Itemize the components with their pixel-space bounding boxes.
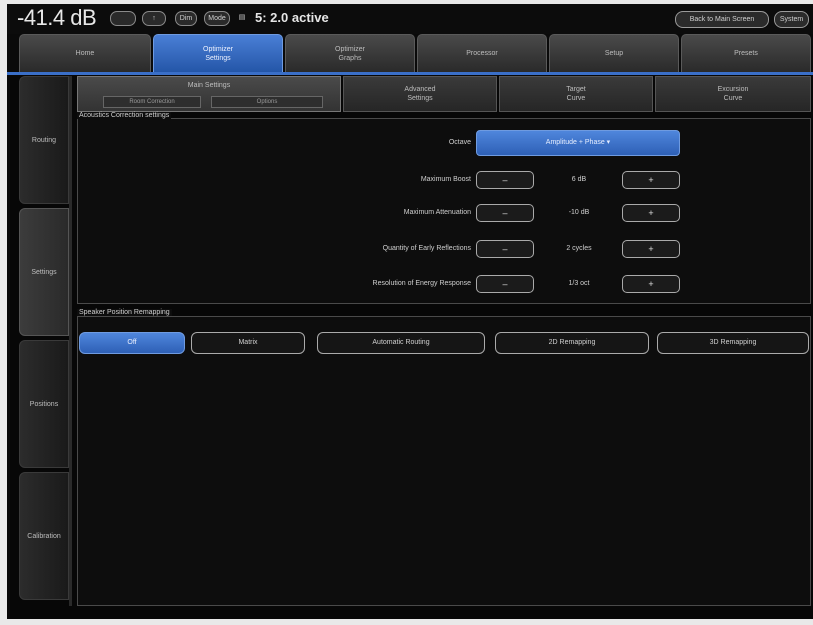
tab-optimizer-graphs[interactable]: Optimizer Graphs [285,34,415,72]
input-icon[interactable]: ▤ [235,11,249,26]
tab-label: Setup [604,50,624,57]
subtab-advanced-settings[interactable]: Advanced Settings [343,76,497,112]
volume-readout[interactable]: -41.4 dB [17,5,97,31]
tab-label: Presets [734,50,758,57]
nav-accent-line [7,72,813,75]
octave-label: Octave [448,139,471,146]
remapping-panel-title: Speaker Position Remapping [77,309,172,316]
early-reflections-decrease-button[interactable]: – [476,240,534,258]
tab-presets[interactable]: Presets [681,34,811,72]
speaker-icon[interactable] [110,11,136,26]
side-tab-settings[interactable]: Settings [19,208,69,336]
tab-label: Optimizer [203,45,233,53]
remap-matrix-button[interactable]: Matrix [191,332,305,354]
subtab-label: Excursion [717,86,749,93]
maximum-boost-increase-button[interactable]: + [622,171,680,189]
octave-dropdown[interactable]: Amplitude + Phase ▾ [476,130,680,156]
early-reflections-label: Quantity of Early Reflections [382,245,471,252]
tab-sublabel: Graphs [338,54,362,62]
side-tab-positions[interactable]: Positions [19,340,69,468]
tab-label: Home [75,50,95,57]
remap-off-button[interactable]: Off [79,332,185,354]
subtab-options[interactable]: Options [211,96,323,108]
back-to-main-screen-button[interactable]: Back to Main Screen [675,11,769,28]
acoustics-panel-title: Acoustics Correction settings [77,112,172,119]
system-button[interactable]: System [774,11,809,28]
remap-2d-button[interactable]: 2D Remapping [495,332,649,354]
top-status-bar: -41.4 dB ↑ Dim Mode ▤ 5: 2.0 active Back… [7,4,813,34]
mode-icon[interactable]: Mode [204,11,230,26]
energy-response-value: 1/3 oct [568,280,590,287]
remap-automatic-routing-button[interactable]: Automatic Routing [317,332,485,354]
subtab-sublabel: Settings [407,95,433,102]
energy-response-label: Resolution of Energy Response [372,280,471,287]
dim-icon[interactable]: Dim [175,11,197,26]
side-tab-routing[interactable]: Routing [19,76,69,204]
main-navigation: Home Optimizer Settings Optimizer Graphs… [7,34,813,74]
early-reflections-value: 2 cycles [566,245,592,252]
speaker-remapping-panel [77,316,811,606]
tab-label: Processor [466,50,498,57]
side-tab-label: Routing [31,136,57,144]
tab-optimizer-settings[interactable]: Optimizer Settings [153,34,283,72]
tab-label: Optimizer [335,45,365,53]
subtab-sublabel: Curve [723,95,743,102]
tab-sublabel: Settings [205,54,231,62]
early-reflections-increase-button[interactable]: + [622,240,680,258]
maximum-attenuation-decrease-button[interactable]: – [476,204,534,222]
active-preset-status: 5: 2.0 active [255,10,329,25]
subtab-target-curve[interactable]: Target Curve [499,76,653,112]
maximum-attenuation-increase-button[interactable]: + [622,204,680,222]
side-tab-label: Settings [31,268,57,276]
sidebar-divider [69,76,72,606]
subtab-label: Main Settings [187,82,231,89]
tab-setup[interactable]: Setup [549,34,679,72]
maximum-attenuation-label: Maximum Attenuation [403,209,471,216]
subtab-label: Advanced [404,86,436,93]
tab-home[interactable]: Home [19,34,151,72]
side-tab-label: Positions [29,400,59,408]
remap-3d-button[interactable]: 3D Remapping [657,332,809,354]
energy-response-decrease-button[interactable]: – [476,275,534,293]
side-tab-calibration[interactable]: Calibration [19,472,69,600]
maximum-boost-label: Maximum Boost [420,176,471,183]
subtab-sublabel: Curve [566,95,586,102]
energy-response-increase-button[interactable]: + [622,275,680,293]
maximum-boost-decrease-button[interactable]: – [476,171,534,189]
mute-icon[interactable]: ↑ [142,11,166,26]
maximum-attenuation-value: -10 dB [568,209,590,216]
tab-processor[interactable]: Processor [417,34,547,72]
subtab-room-correction[interactable]: Room Correction [103,96,201,108]
side-tab-label: Calibration [27,532,61,540]
app-screen: -41.4 dB ↑ Dim Mode ▤ 5: 2.0 active Back… [7,4,813,619]
subtab-label: Target [566,86,586,93]
subtab-excursion-curve[interactable]: Excursion Curve [655,76,811,112]
maximum-boost-value: 6 dB [571,176,587,183]
